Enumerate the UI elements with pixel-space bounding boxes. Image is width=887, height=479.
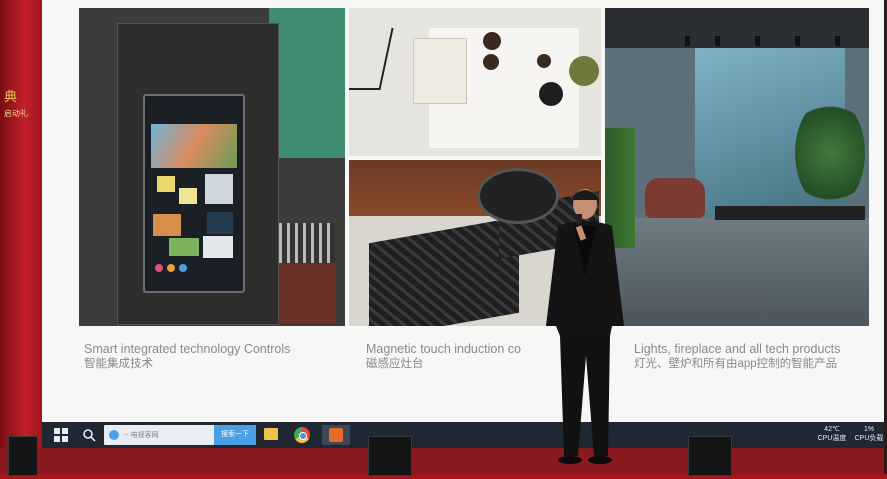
- caption-smart-controls: Smart integrated technology Controls 智能集…: [84, 342, 290, 372]
- caption-zh: 磁感应灶台: [366, 358, 424, 370]
- app-icon: [329, 428, 343, 442]
- caption-en: Magnetic touch induction co: [366, 342, 521, 356]
- stage-monitor-right: [688, 436, 732, 476]
- stage-curtain-left: [0, 0, 42, 474]
- banner-sign-sub: 启动礼: [4, 109, 28, 118]
- tray-cpu-temp: 42℃ CPU温度: [812, 425, 852, 443]
- search-placeholder: -- 电视客网: [124, 432, 159, 439]
- tray-value: 42℃: [824, 426, 840, 433]
- caption-zh: 智能集成技术: [84, 358, 153, 370]
- search-icon[interactable]: [82, 428, 96, 442]
- projection-screen: Smart integrated technology Controls 智能集…: [42, 0, 887, 448]
- caption-en: Lights, fireplace and all tech products: [634, 342, 841, 356]
- stage-monitor-left: [368, 436, 412, 476]
- stage-speaker-corner: [8, 436, 38, 476]
- caption-en: Smart integrated technology Controls: [84, 342, 291, 356]
- tray-value: 1%: [863, 426, 875, 433]
- file-explorer-icon[interactable]: [264, 428, 278, 440]
- banner-sign: 典 启动礼: [4, 90, 38, 122]
- browser-logo-icon: [109, 430, 119, 440]
- photo-kitchen-flatlay: [349, 8, 601, 156]
- caption-lights: Lights, fireplace and all tech products …: [634, 342, 840, 372]
- windows-start-icon[interactable]: [54, 428, 68, 442]
- caption-induction: Magnetic touch induction co 磁感应灶台: [366, 342, 521, 372]
- photo-living-room: [605, 8, 869, 326]
- photo-smart-fridge: [79, 8, 345, 326]
- presenter: [538, 186, 638, 474]
- caption-zh: 灯光、壁炉和所有由app控制的智能产品: [634, 358, 838, 370]
- tray-cpu-load: 1% CPU负载: [850, 425, 887, 443]
- fridge-tablet: [143, 94, 245, 293]
- taskbar-search-box[interactable]: -- 电视客网: [104, 425, 216, 445]
- search-button[interactable]: 搜索一下: [214, 425, 256, 445]
- tray-label: CPU温度: [817, 435, 847, 442]
- stage-floor: [0, 448, 887, 474]
- banner-sign-main: 典: [4, 90, 18, 105]
- chrome-icon[interactable]: [294, 427, 310, 443]
- tray-label: CPU负载: [854, 435, 884, 442]
- app-icon-active[interactable]: [322, 425, 350, 445]
- taskbar: -- 电视客网 搜索一下 42℃ CPU温度 1% CPU负载: [42, 422, 887, 448]
